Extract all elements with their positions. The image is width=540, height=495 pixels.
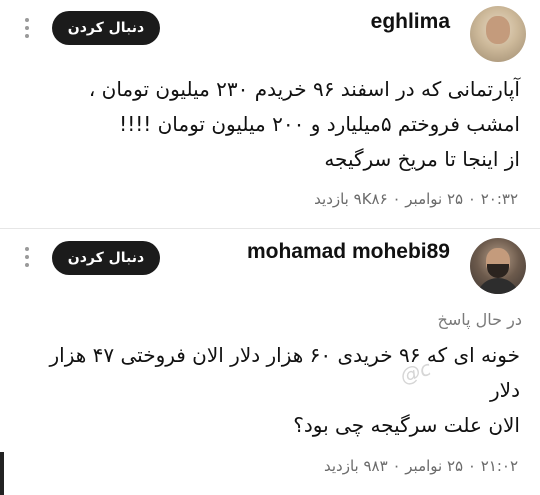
avatar[interactable] [470, 238, 526, 294]
post-meta: ۲۰:۳۲ ۰ ۲۵ نوامبر ۰ ۹K۸۶ بازدید [314, 190, 518, 208]
post-text-line: از اینجا تا مریخ سرگیجه [324, 147, 520, 171]
more-vertical-icon[interactable] [24, 18, 30, 42]
post-meta: ۲۱:۰۲ ۰ ۲۵ نوامبر ۰ ۹۸۳ بازدید [323, 457, 518, 475]
avatar-beard [487, 264, 509, 278]
follow-button[interactable]: دنبال کردن [52, 11, 160, 45]
avatar[interactable] [470, 6, 526, 62]
post-text-line: آپارتمانی که در اسفند ۹۶ خریدم ۲۳۰ میلیو… [88, 77, 520, 101]
post-text-line: دلار [490, 378, 520, 402]
post-text-line: الان علت سرگیجه چی بود؟ [293, 413, 520, 437]
username[interactable]: eghlima [371, 10, 450, 34]
avatar-body [476, 278, 520, 294]
post-card: eghlima دنبال کردن آپارتمانی که در اسفند… [0, 0, 540, 228]
avatar-face [486, 16, 510, 44]
follow-button[interactable]: دنبال کردن [52, 241, 160, 275]
more-vertical-icon[interactable] [24, 247, 30, 271]
post-text: آپارتمانی که در اسفند ۹۶ خریدم ۲۳۰ میلیو… [60, 72, 520, 177]
divider [0, 228, 540, 229]
post-text: خونه ای که ۹۶ خریدی ۶۰ هزار دلار الان فر… [49, 338, 521, 443]
post-text-line: امشب فروختم ۵میلیارد و ۲۰۰ میلیون تومان … [119, 112, 520, 136]
reply-status: در حال پاسخ [437, 310, 522, 329]
post-text-line: خونه ای که ۹۶ خریدی ۶۰ هزار دلار الان فر… [49, 343, 521, 367]
post-card: mohamad mohebi89 دنبال کردن در حال پاسخ … [0, 232, 540, 495]
username[interactable]: mohamad mohebi89 [247, 240, 450, 264]
edge-bar [0, 452, 4, 495]
